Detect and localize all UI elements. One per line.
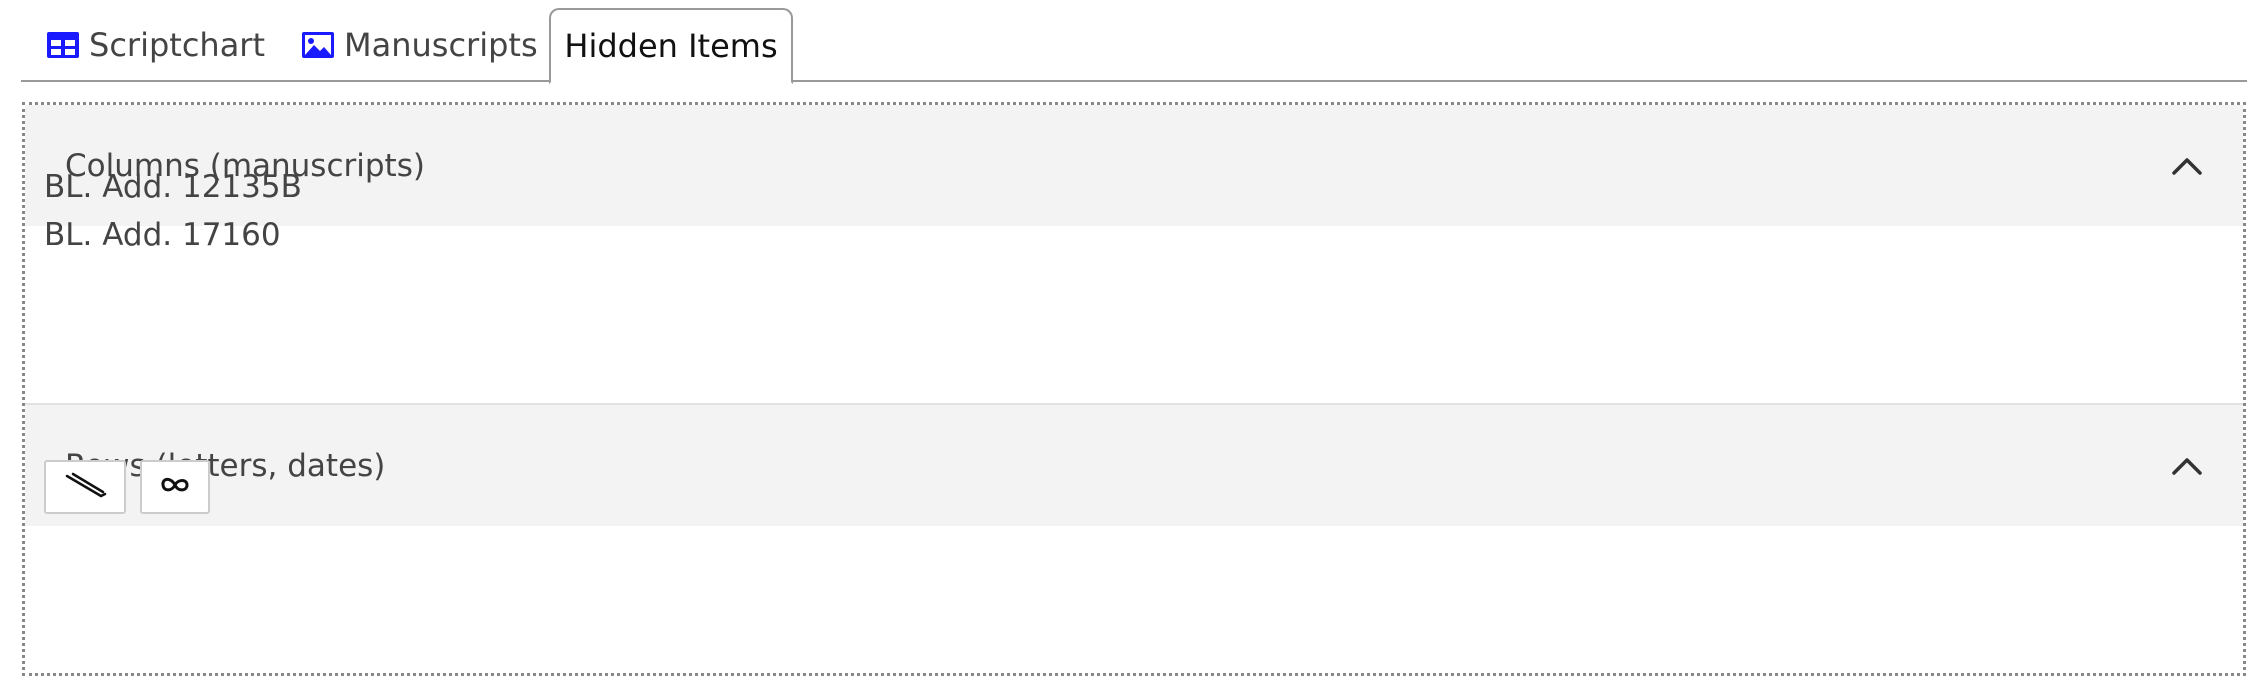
- hidden-letter-button[interactable]: [44, 460, 126, 514]
- tab-label: Hidden Items: [564, 27, 778, 65]
- rows-section-body: [25, 526, 2243, 676]
- rows-section-header[interactable]: Rows (letters, dates): [25, 405, 2243, 526]
- columns-section-body: [25, 226, 2243, 405]
- tab-scriptchart[interactable]: Scriptchart: [47, 8, 265, 82]
- chevron-up-icon[interactable]: [2169, 448, 2205, 484]
- loop-glyph-icon: [159, 473, 191, 501]
- hidden-manuscript-item[interactable]: BL. Add. 12135B: [44, 167, 302, 207]
- hidden-manuscript-item[interactable]: BL. Add. 17160: [44, 215, 281, 255]
- image-icon: [302, 32, 334, 58]
- table-icon: [47, 32, 79, 58]
- columns-section-header[interactable]: Columns (manuscripts): [25, 105, 2243, 226]
- chevron-up-icon[interactable]: [2169, 148, 2205, 184]
- tab-hidden-items[interactable]: Hidden Items: [549, 8, 793, 84]
- hidden-letter-button[interactable]: [140, 460, 210, 514]
- tab-label: Manuscripts: [344, 26, 538, 64]
- tab-label: Scriptchart: [89, 26, 265, 64]
- slanted-strokes-glyph-icon: [63, 470, 107, 504]
- tab-bar: Scriptchart Manuscripts Hidden Items: [21, 0, 2247, 84]
- hidden-items-panel: Columns (manuscripts) Rows (letters, dat…: [22, 102, 2246, 676]
- tab-manuscripts[interactable]: Manuscripts: [302, 8, 538, 82]
